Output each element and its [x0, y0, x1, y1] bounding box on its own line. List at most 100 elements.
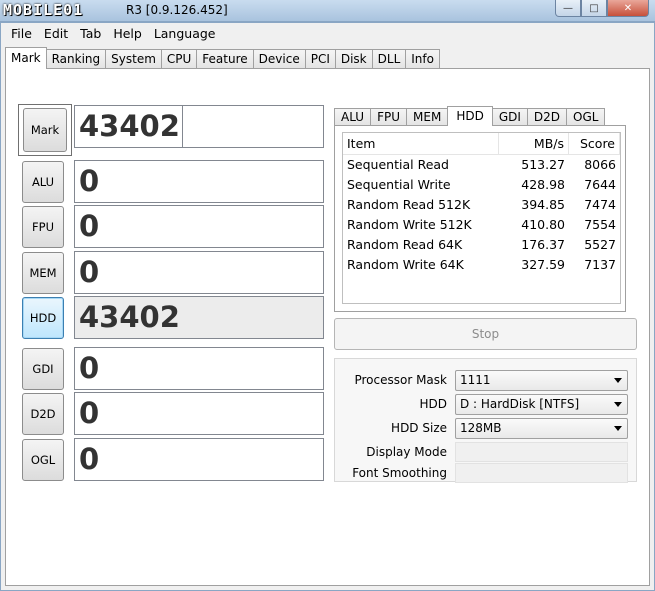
- chevron-down-icon: [614, 426, 622, 431]
- tab-disk[interactable]: Disk: [334, 49, 373, 69]
- fpu-score-value: 0: [74, 205, 324, 248]
- row-score: 7137: [584, 257, 616, 272]
- column-mbs[interactable]: MB/s: [499, 133, 569, 154]
- menu-edit[interactable]: Edit: [38, 23, 74, 44]
- alu-button[interactable]: ALU: [22, 161, 64, 203]
- tab-ranking[interactable]: Ranking: [45, 49, 107, 69]
- subtab-gdi[interactable]: GDI: [491, 108, 528, 126]
- hdd-size-label: HDD Size: [391, 421, 447, 435]
- table-row[interactable]: Sequential Read 513.27 8066: [343, 155, 620, 175]
- ogl-button[interactable]: OGL: [22, 439, 64, 481]
- column-item[interactable]: Item: [343, 133, 499, 154]
- ogl-score-value: 0: [74, 438, 324, 481]
- d2d-button[interactable]: D2D: [22, 393, 64, 435]
- gdi-score-value: 0: [74, 347, 324, 390]
- menu-tab[interactable]: Tab: [74, 23, 107, 44]
- row-mbs: 394.85: [521, 197, 565, 212]
- hdd-results-panel: Item MB/s Score Sequential Read 513.27 8…: [334, 125, 626, 312]
- processor-mask-select[interactable]: 1111: [455, 370, 628, 391]
- mark-panel: Mark 43402 ALU 0 FPU 0 MEM 0 HDD 43402 G…: [5, 68, 650, 586]
- maximize-button[interactable]: □: [581, 0, 607, 17]
- gdi-button[interactable]: GDI: [22, 348, 64, 390]
- processor-mask-label: Processor Mask: [354, 373, 447, 387]
- alu-score-value: 0: [74, 160, 324, 203]
- display-mode-label: Display Mode: [366, 445, 447, 459]
- row-mbs: 428.98: [521, 177, 565, 192]
- tab-dll[interactable]: DLL: [371, 49, 407, 69]
- hdd-value: D : HardDisk [NTFS]: [460, 397, 580, 411]
- subtab-ogl[interactable]: OGL: [566, 108, 606, 126]
- results-header: Item MB/s Score: [343, 133, 620, 155]
- hdd-score-value: 43402: [74, 296, 324, 339]
- hdd-size-value: 128MB: [460, 421, 502, 435]
- font-smoothing-select[interactable]: [455, 463, 628, 483]
- options-panel: Processor Mask 1111 HDD D : HardDisk [NT…: [334, 358, 637, 483]
- menu-language[interactable]: Language: [148, 23, 222, 44]
- menu-bar: File Edit Tab Help Language: [1, 23, 654, 44]
- chevron-down-icon: [614, 402, 622, 407]
- row-mbs: 327.59: [521, 257, 565, 272]
- mark-score-divider: [182, 106, 183, 147]
- row-item: Random Read 64K: [347, 237, 463, 252]
- tab-cpu[interactable]: CPU: [160, 49, 198, 69]
- benchmark-subtabs: ALU FPU MEM HDD GDI D2D OGL: [334, 106, 606, 126]
- tab-system[interactable]: System: [105, 49, 162, 69]
- tab-mark[interactable]: Mark: [5, 47, 47, 69]
- row-item: Sequential Read: [347, 157, 449, 172]
- menu-help[interactable]: Help: [107, 23, 148, 44]
- tab-info[interactable]: Info: [405, 49, 440, 69]
- hdd-size-select[interactable]: 128MB: [455, 418, 628, 439]
- row-item: Sequential Write: [347, 177, 451, 192]
- row-score: 5527: [584, 237, 616, 252]
- results-list[interactable]: Item MB/s Score Sequential Read 513.27 8…: [342, 132, 621, 304]
- mark-button[interactable]: Mark: [23, 108, 67, 152]
- table-row[interactable]: Sequential Write 428.98 7644: [343, 175, 620, 195]
- row-item: Random Read 512K: [347, 197, 471, 212]
- subtab-mem[interactable]: MEM: [406, 108, 449, 126]
- main-tabs: Mark Ranking System CPU Feature Device P…: [5, 47, 440, 69]
- display-mode-select[interactable]: [455, 442, 628, 462]
- row-mbs: 410.80: [521, 217, 565, 232]
- table-row[interactable]: Random Read 64K 176.37 5527: [343, 235, 620, 255]
- tab-pci[interactable]: PCI: [304, 49, 336, 69]
- mobile01-logo: MOBILE01: [3, 1, 84, 19]
- hdd-select[interactable]: D : HardDisk [NTFS]: [455, 394, 628, 415]
- d2d-score-value: 0: [74, 392, 324, 435]
- mark-button-frame: Mark: [18, 104, 72, 156]
- font-smoothing-label: Font Smoothing: [352, 466, 447, 480]
- row-score: 8066: [584, 157, 616, 172]
- chevron-down-icon: [614, 378, 622, 383]
- fpu-button[interactable]: FPU: [22, 206, 64, 248]
- title-bar: MOBILE01 R3 [0.9.126.452] — □ ✕: [0, 0, 655, 22]
- stop-button[interactable]: Stop: [334, 318, 637, 350]
- hdd-button[interactable]: HDD: [22, 297, 64, 339]
- subtab-d2d[interactable]: D2D: [526, 108, 568, 126]
- row-item: Random Write 64K: [347, 257, 464, 272]
- mem-score-value: 0: [74, 251, 324, 294]
- row-score: 7554: [584, 217, 616, 232]
- table-row[interactable]: Random Write 64K 327.59 7137: [343, 255, 620, 275]
- main-window: File Edit Tab Help Language Mark Ranking…: [0, 22, 655, 591]
- table-row[interactable]: Random Write 512K 410.80 7554: [343, 215, 620, 235]
- subtab-fpu[interactable]: FPU: [370, 108, 408, 126]
- column-score[interactable]: Score: [569, 133, 620, 154]
- tab-device[interactable]: Device: [252, 49, 306, 69]
- tab-feature[interactable]: Feature: [196, 49, 254, 69]
- row-mbs: 176.37: [521, 237, 565, 252]
- row-mbs: 513.27: [521, 157, 565, 172]
- close-button[interactable]: ✕: [607, 0, 649, 17]
- table-row[interactable]: Random Read 512K 394.85 7474: [343, 195, 620, 215]
- window-title: R3 [0.9.126.452]: [126, 3, 228, 17]
- row-score: 7474: [584, 197, 616, 212]
- subtab-hdd[interactable]: HDD: [447, 106, 493, 126]
- minimize-button[interactable]: —: [555, 0, 581, 17]
- mark-score-value: 43402: [79, 109, 180, 143]
- hdd-label: HDD: [419, 397, 447, 411]
- mem-button[interactable]: MEM: [22, 252, 64, 294]
- processor-mask-value: 1111: [460, 373, 491, 387]
- row-score: 7644: [584, 177, 616, 192]
- row-item: Random Write 512K: [347, 217, 472, 232]
- menu-file[interactable]: File: [5, 23, 38, 44]
- subtab-alu[interactable]: ALU: [334, 108, 372, 126]
- mark-score-box: 43402: [74, 105, 324, 148]
